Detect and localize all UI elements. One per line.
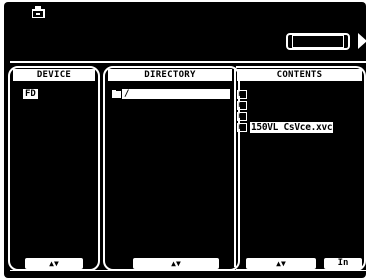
arrow-right-icon[interactable] [358, 33, 367, 49]
contents-header: CONTENTS [237, 69, 362, 81]
property-button[interactable]: PROPERTY [286, 33, 350, 50]
folder-icon [112, 90, 121, 98]
bottom-divider [10, 270, 366, 271]
contents-list: Pv 150AN CsVce.xvc Pv 150DX CsVce.xvc Pv… [237, 89, 334, 133]
directory-item-root[interactable]: / [112, 89, 230, 99]
device-scroll-button[interactable]: ▲▼ [25, 258, 83, 269]
screen: LOAD PLUG-IN CUSTOM VOICE Select the fil… [0, 0, 374, 278]
device-item-hd01[interactable]: HD_01 [25, 111, 52, 122]
file-item[interactable]: Pv 150DX CsVce.xvc [237, 100, 333, 111]
instruction-line-2: Press [NEXT] to continue. [57, 44, 208, 55]
screen-title: LOAD PLUG-IN CUSTOM VOICE [57, 11, 213, 22]
device-item-fd[interactable]: FD [23, 89, 52, 100]
disk-load-icon [32, 6, 45, 18]
file-item[interactable]: Pv 150AN CsVce.xvc [237, 89, 333, 100]
device-column-outline [8, 66, 100, 271]
in-button[interactable]: In [324, 258, 362, 269]
property-label: PROPERTY [291, 35, 345, 48]
file-item-selected[interactable]: Pv 150VL CsVce.xvc [237, 122, 334, 133]
column-divider [234, 69, 236, 267]
header-divider [10, 61, 366, 63]
voice-file-icon: Pv [237, 112, 247, 121]
device-header: DEVICE [13, 69, 95, 81]
voice-file-icon: Pv [237, 101, 247, 110]
voice-file-icon: Pv [237, 123, 247, 132]
instruction-line-1: Select the file to be loaded. [57, 33, 232, 44]
directory-label: / [122, 89, 230, 99]
file-item[interactable]: Pv 150PF CsVce.xvc [237, 111, 333, 122]
device-item-hd00[interactable]: HD_00 [25, 100, 52, 111]
voice-file-icon: Pv [237, 90, 247, 99]
device-list: FD HD_00 HD_01 [23, 89, 52, 122]
directory-scroll-button[interactable]: ▲▼ [133, 258, 219, 269]
directory-header: DIRECTORY [108, 69, 232, 81]
contents-scroll-button[interactable]: ▲▼ [246, 258, 316, 269]
